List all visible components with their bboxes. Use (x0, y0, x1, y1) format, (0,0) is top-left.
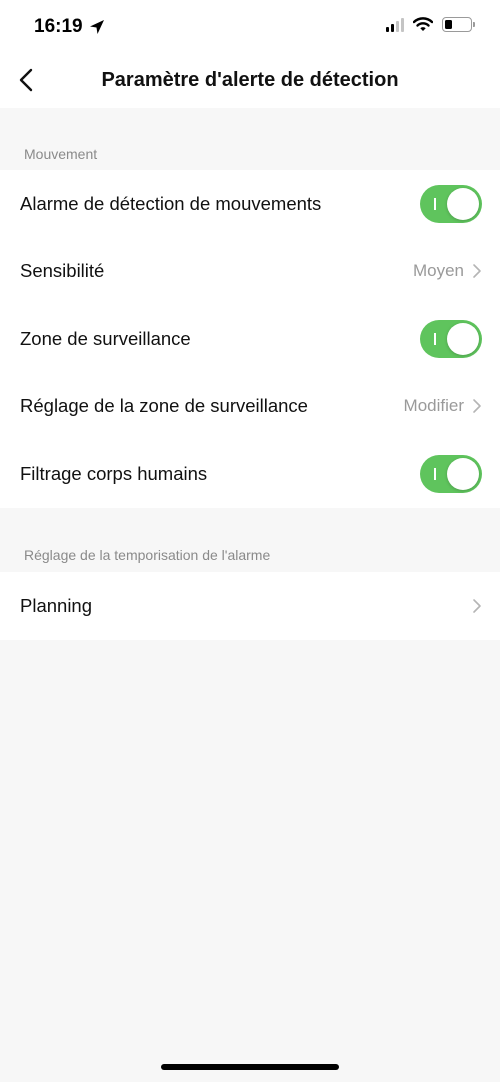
settings-group-alarm-schedule: Planning (0, 572, 500, 640)
row-right: Moyen (413, 261, 482, 281)
row-surveillance-zone-setting[interactable]: Réglage de la zone de surveillance Modif… (0, 373, 500, 441)
toggle-on-mark (434, 467, 436, 480)
sensitivity-value: Moyen (412, 261, 464, 281)
human-filter-toggle[interactable] (420, 454, 482, 493)
row-motion-alarm: Alarme de détection de mouvements (0, 170, 500, 238)
wifi-icon (413, 17, 433, 31)
page-title: Paramètre d'alerte de détection (101, 69, 399, 91)
chevron-right-icon (473, 399, 481, 414)
status-icons (386, 17, 475, 32)
row-label: Alarme de détection de mouvements (20, 192, 322, 214)
nav-bar: Paramètre d'alerte de détection (0, 52, 500, 108)
home-indicator[interactable] (161, 1064, 339, 1070)
chevron-right-icon (473, 264, 481, 279)
toggle-on-mark (434, 197, 436, 210)
row-label: Zone de surveillance (20, 327, 191, 349)
settings-group-mouvement: Alarme de détection de mouvements Sensib… (0, 170, 500, 508)
row-label: Réglage de la zone de surveillance (20, 395, 308, 417)
row-right: Modifier (404, 396, 482, 416)
surveillance-zone-toggle[interactable] (420, 319, 482, 358)
row-surveillance-zone: Zone de surveillance (0, 305, 500, 373)
status-bar: 16:19 (0, 0, 500, 52)
status-time-group: 16:19 (34, 16, 105, 38)
toggle-on-mark (434, 332, 436, 345)
cellular-signal-icon (386, 17, 404, 32)
motion-alarm-toggle[interactable] (420, 184, 482, 223)
toggle-knob (447, 457, 479, 490)
status-time: 16:19 (34, 16, 83, 37)
chevron-right-icon (473, 598, 481, 613)
row-label: Filtrage corps humains (20, 462, 208, 484)
row-label: Planning (20, 594, 93, 616)
battery-icon (442, 17, 475, 32)
section-header-alarm-schedule: Réglage de la temporisation de l'alarme (24, 547, 271, 563)
toggle-knob (447, 322, 479, 355)
row-right (472, 598, 482, 614)
modify-value: Modifier (403, 396, 464, 416)
row-label: Sensibilité (20, 260, 105, 282)
row-planning[interactable]: Planning (0, 572, 500, 640)
row-human-filter: Filtrage corps humains (0, 440, 500, 508)
section-header-mouvement: Mouvement (24, 146, 98, 162)
toggle-knob (447, 187, 479, 220)
row-sensitivity[interactable]: Sensibilité Moyen (0, 238, 500, 306)
location-arrow-icon (89, 20, 104, 34)
